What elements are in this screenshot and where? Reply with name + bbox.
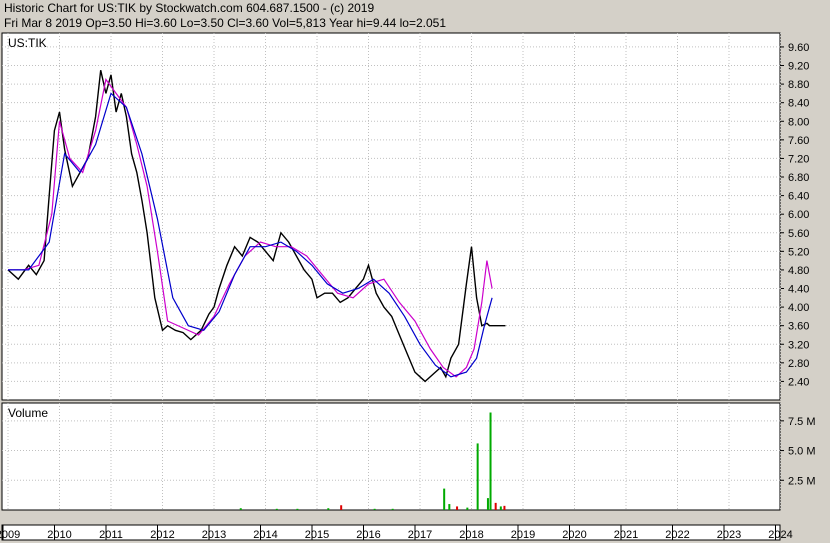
price-tick-label: 6.00: [788, 209, 809, 221]
x-tick-label: 2023: [717, 529, 741, 541]
volume-bar: [296, 508, 299, 510]
x-tick-label: 2019: [511, 529, 535, 541]
volume-bar: [327, 508, 330, 510]
x-tick-label: 2024: [768, 529, 792, 541]
x-tick-label: 2015: [305, 529, 329, 541]
x-tick-label: 2018: [459, 529, 483, 541]
volume-bar: [239, 508, 242, 510]
price-tick-label: 6.80: [788, 172, 809, 184]
volume-bar: [486, 498, 489, 510]
volume-bar: [443, 488, 446, 510]
x-tick-label: 2021: [614, 529, 638, 541]
volume-bar: [275, 508, 278, 510]
price-tick-label: 5.20: [788, 246, 809, 258]
volume-tick-label: 7.5 M: [788, 416, 816, 428]
x-tick-label: 2013: [202, 529, 226, 541]
price-tick-label: 8.00: [788, 116, 809, 128]
price-tick-label: 9.20: [788, 61, 809, 73]
price-tick-label: 4.40: [788, 284, 809, 296]
x-tick-label: 2020: [562, 529, 586, 541]
volume-bar: [499, 506, 502, 510]
price-tick-label: 2.40: [788, 376, 809, 388]
price-tick-label: 3.60: [788, 321, 809, 333]
price-panel: [1, 32, 781, 401]
volume-bar: [489, 412, 492, 510]
price-tick-label: 2.80: [788, 358, 809, 370]
volume-bar: [503, 505, 506, 510]
volume-bar: [340, 505, 343, 510]
volume-tick-label: 2.5 M: [788, 475, 816, 487]
x-tick-label: 2017: [408, 529, 432, 541]
price-tick-label: 7.60: [788, 135, 809, 147]
price-panel-title: US:TIK: [8, 36, 47, 50]
volume-bar: [373, 508, 376, 510]
price-tick-label: 7.20: [788, 153, 809, 165]
volume-tick-label: 5.0 M: [788, 446, 816, 458]
volume-bar: [476, 443, 479, 510]
price-tick-label: 8.40: [788, 98, 809, 110]
volume-panel: [1, 402, 781, 511]
price-tick-label: 9.60: [788, 42, 809, 54]
volume-bar: [456, 506, 459, 510]
volume-panel-title: Volume: [8, 406, 48, 420]
x-tick-label: 2022: [665, 529, 689, 541]
x-tick-label: 2011: [99, 529, 123, 541]
x-tick-label: 2012: [150, 529, 174, 541]
volume-bar: [448, 504, 451, 510]
price-tick-label: 4.00: [788, 302, 809, 314]
price-tick-label: 3.20: [788, 339, 809, 351]
stock-chart: 9.60 9.20 8.80 8.40 8.00 7.60 7.20 6.80 6.40 6.00…: [0, 32, 816, 541]
x-tick-label: 2009: [0, 529, 20, 541]
volume-bar: [494, 502, 497, 510]
volume-bar: [466, 507, 469, 510]
x-tick-label: 2010: [47, 529, 71, 541]
price-tick-label: 8.80: [788, 79, 809, 91]
x-tick-label: 2014: [253, 529, 277, 541]
price-tick-label: 4.80: [788, 265, 809, 277]
x-tick-label: 2016: [356, 529, 380, 541]
volume-bar: [391, 508, 394, 510]
price-tick-label: 5.60: [788, 228, 809, 240]
price-tick-label: 6.40: [788, 191, 809, 203]
